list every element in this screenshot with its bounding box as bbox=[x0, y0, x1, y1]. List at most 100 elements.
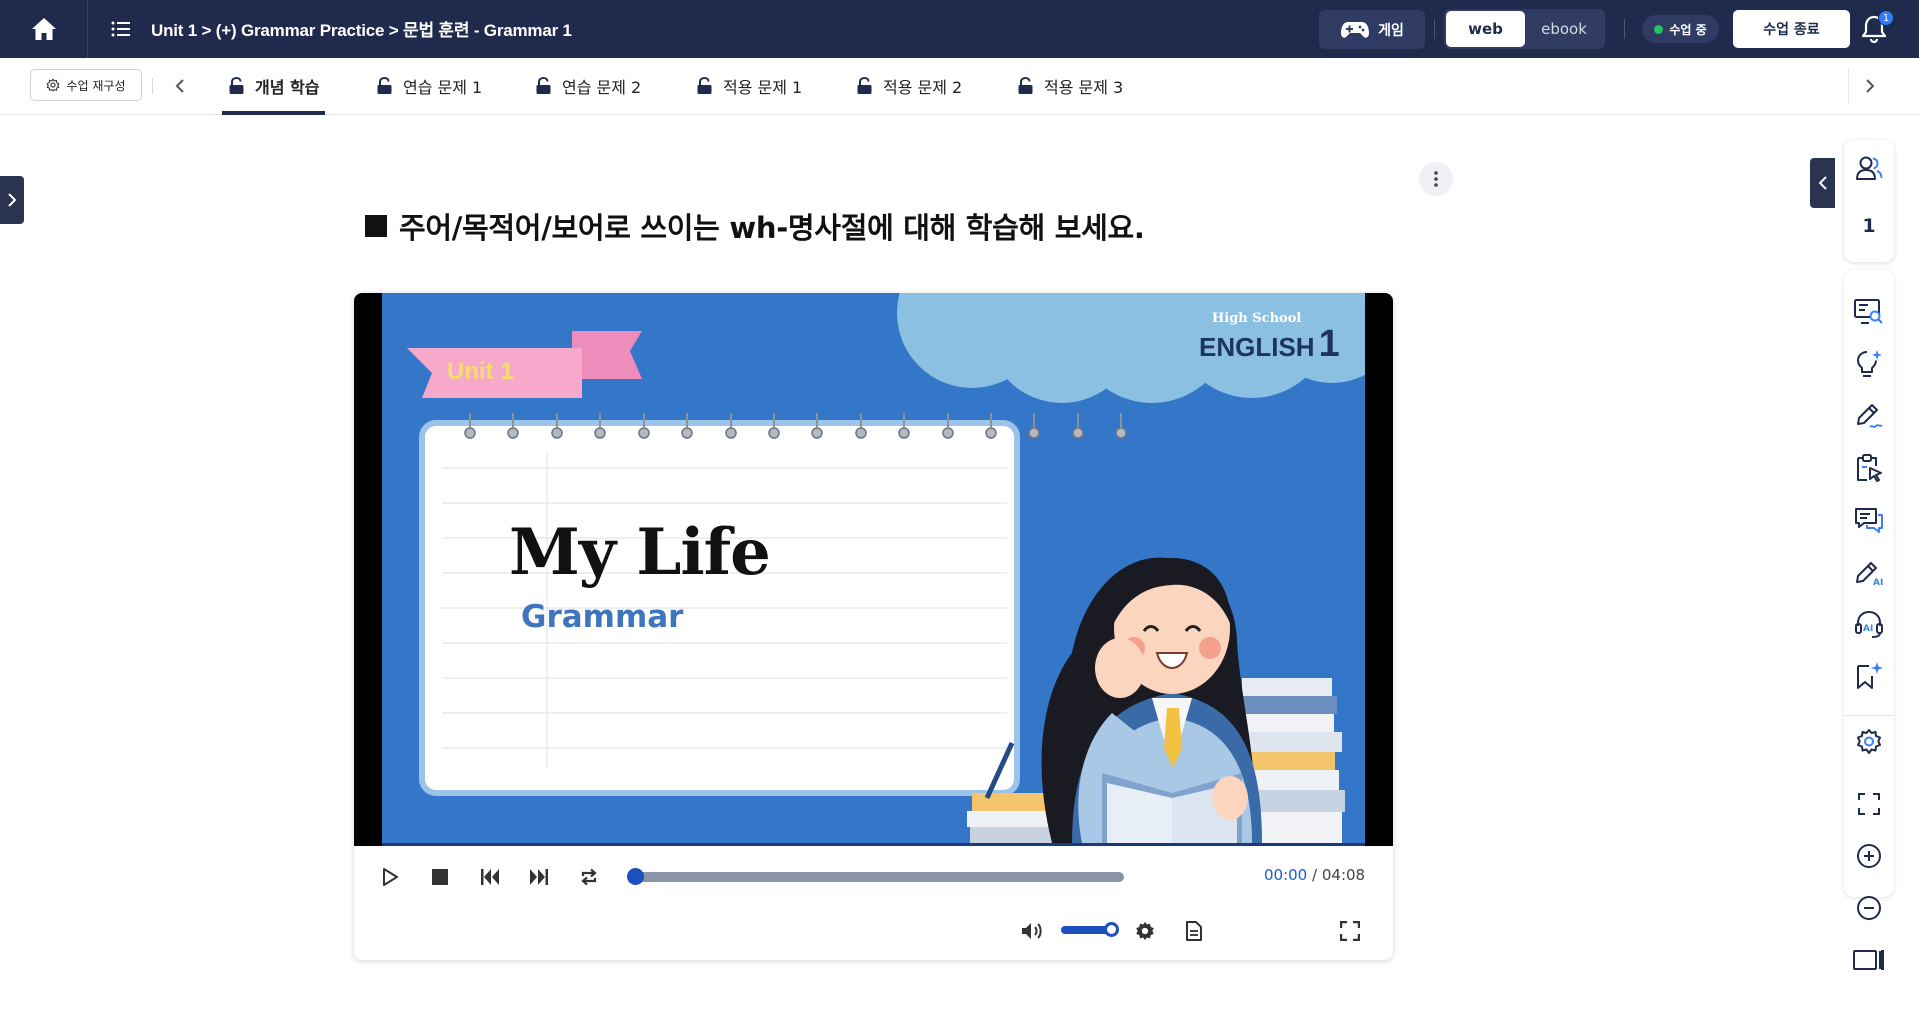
tab-apply-2[interactable]: 적용 문제 2 bbox=[850, 58, 968, 113]
tab-prev-button[interactable] bbox=[168, 72, 192, 100]
transcript-button[interactable] bbox=[1179, 916, 1209, 946]
settings-button[interactable] bbox=[1130, 916, 1160, 946]
tab-label: 연습 문제 2 bbox=[562, 77, 642, 97]
chat-button[interactable] bbox=[1853, 504, 1885, 536]
stop-button[interactable] bbox=[425, 862, 455, 892]
divider bbox=[1624, 19, 1625, 39]
tab-practice-1[interactable]: 연습 문제 1 bbox=[370, 58, 488, 113]
unlock-icon bbox=[229, 76, 244, 94]
gamepad-icon bbox=[1341, 21, 1370, 38]
clipboard-cursor-icon bbox=[1857, 454, 1882, 482]
mode-web-button[interactable]: web bbox=[1446, 11, 1525, 47]
bookmark-button[interactable] bbox=[1853, 660, 1885, 692]
player-controls: 00:00 / 04:08 bbox=[354, 846, 1393, 908]
tab-concept[interactable]: 개념 학습 bbox=[222, 58, 326, 115]
home-icon bbox=[31, 18, 56, 40]
gear-icon bbox=[1857, 729, 1881, 754]
slide-unit: Unit 1 bbox=[447, 358, 514, 385]
ai-writing-button[interactable]: AI bbox=[1853, 556, 1885, 588]
volume-slider[interactable] bbox=[1061, 922, 1119, 937]
tab-next-button[interactable] bbox=[1858, 72, 1882, 100]
participants-button[interactable] bbox=[1853, 152, 1885, 184]
chat-icon bbox=[1855, 508, 1883, 533]
slide-english-num: 1 bbox=[1318, 323, 1340, 365]
tab-label: 적용 문제 1 bbox=[723, 77, 803, 97]
ai-pencil-icon: AI bbox=[1856, 562, 1883, 586]
fit-screen-button[interactable] bbox=[1853, 788, 1885, 820]
chevron-right-icon bbox=[1866, 79, 1875, 93]
previous-button[interactable] bbox=[475, 862, 505, 892]
divider bbox=[152, 78, 153, 94]
users-icon bbox=[1856, 156, 1883, 180]
bookmark-icon bbox=[1857, 662, 1883, 689]
breadcrumb: Unit 1 > (+) Grammar Practice > 문법 훈련 - … bbox=[151, 21, 572, 40]
tab-practice-2[interactable]: 연습 문제 2 bbox=[529, 58, 647, 113]
notification-button[interactable]: 1 bbox=[1860, 10, 1894, 46]
tab-bar: 수업 재구성 개념 학습 연습 문제 1 연습 문제 2 적용 문제 1 적용 … bbox=[0, 58, 1919, 115]
unlock-icon bbox=[377, 76, 392, 94]
question-heading: 주어/목적어/보어로 쓰이는 wh-명사절에 대해 학습해 보세요. bbox=[365, 205, 1145, 247]
slide-subtitle: Grammar bbox=[521, 599, 684, 635]
gear-icon bbox=[47, 78, 60, 92]
pen-tool-button[interactable] bbox=[1853, 400, 1885, 432]
fullscreen-button[interactable] bbox=[1335, 916, 1365, 946]
end-class-button[interactable]: 수업 종료 bbox=[1733, 10, 1850, 48]
slide-title: My Life bbox=[509, 515, 771, 590]
video-frame: High School ENGLISH 1 Unit 1 My Life Gram… bbox=[382, 293, 1365, 843]
restructure-button[interactable]: 수업 재구성 bbox=[30, 69, 142, 101]
assignment-button[interactable] bbox=[1853, 452, 1885, 484]
zoom-out-icon bbox=[1857, 896, 1881, 920]
participants-card: 1 bbox=[1844, 140, 1894, 262]
tab-label: 개념 학습 bbox=[255, 77, 320, 97]
bullet-square bbox=[365, 215, 387, 237]
right-panel-toggle[interactable] bbox=[1810, 158, 1835, 208]
seek-handle[interactable] bbox=[627, 868, 644, 885]
zoom-in-button[interactable] bbox=[1853, 840, 1885, 872]
chevron-left-icon bbox=[1818, 176, 1827, 190]
lightbulb-icon bbox=[1857, 350, 1882, 377]
class-status-badge: 수업 중 bbox=[1642, 15, 1719, 43]
tab-label: 연습 문제 1 bbox=[403, 77, 483, 97]
panel-layout-button[interactable] bbox=[1853, 944, 1885, 976]
tab-apply-1[interactable]: 적용 문제 1 bbox=[690, 58, 808, 113]
list-icon bbox=[111, 21, 130, 37]
zoom-out-button[interactable] bbox=[1853, 892, 1885, 924]
tab-label: 적용 문제 3 bbox=[1044, 77, 1124, 97]
ai-hint-button[interactable] bbox=[1853, 348, 1885, 380]
menu-button[interactable] bbox=[108, 16, 134, 42]
volume-handle[interactable] bbox=[1104, 922, 1119, 937]
repeat-button[interactable] bbox=[574, 862, 604, 892]
chevron-left-icon bbox=[175, 79, 184, 93]
repeat-icon bbox=[581, 868, 597, 886]
game-button[interactable]: 게임 bbox=[1319, 10, 1425, 49]
tab-apply-3[interactable]: 적용 문제 3 bbox=[1011, 58, 1129, 113]
video-area[interactable]: High School ENGLISH 1 Unit 1 My Life Gram… bbox=[354, 293, 1393, 846]
more-options-button[interactable] bbox=[1419, 162, 1453, 196]
settings-button[interactable] bbox=[1853, 726, 1885, 758]
mode-ebook-button[interactable]: ebook bbox=[1525, 11, 1603, 47]
game-label: 게임 bbox=[1378, 22, 1404, 39]
divider bbox=[1848, 68, 1849, 104]
current-time: 00:00 bbox=[1264, 866, 1308, 884]
play-icon bbox=[383, 868, 398, 886]
home-button[interactable] bbox=[0, 0, 88, 58]
question-text: 주어/목적어/보어로 쓰이는 wh-명사절에 대해 학습해 보세요. bbox=[399, 211, 1145, 245]
seek-bar[interactable] bbox=[627, 868, 1124, 885]
divider bbox=[1434, 19, 1435, 39]
divider bbox=[1844, 715, 1894, 716]
fit-screen-icon bbox=[1858, 793, 1880, 815]
app-root: Unit 1 > (+) Grammar Practice > 문법 훈련 - … bbox=[0, 0, 1919, 1017]
left-panel-toggle[interactable] bbox=[0, 176, 24, 224]
mute-button[interactable] bbox=[1017, 916, 1047, 946]
ai-tutor-button[interactable]: AI bbox=[1853, 608, 1885, 640]
play-button[interactable] bbox=[375, 862, 405, 892]
unlock-icon bbox=[697, 76, 712, 94]
sidebar-layout-icon bbox=[1853, 950, 1884, 970]
svg-text:AI: AI bbox=[1863, 624, 1873, 634]
fullscreen-icon bbox=[1340, 921, 1360, 941]
screen-monitor-button[interactable] bbox=[1853, 296, 1885, 328]
chevron-right-icon bbox=[8, 193, 16, 207]
slide-english-text: ENGLISH bbox=[1199, 332, 1315, 362]
next-button[interactable] bbox=[524, 862, 554, 892]
restructure-label: 수업 재구성 bbox=[66, 78, 126, 93]
